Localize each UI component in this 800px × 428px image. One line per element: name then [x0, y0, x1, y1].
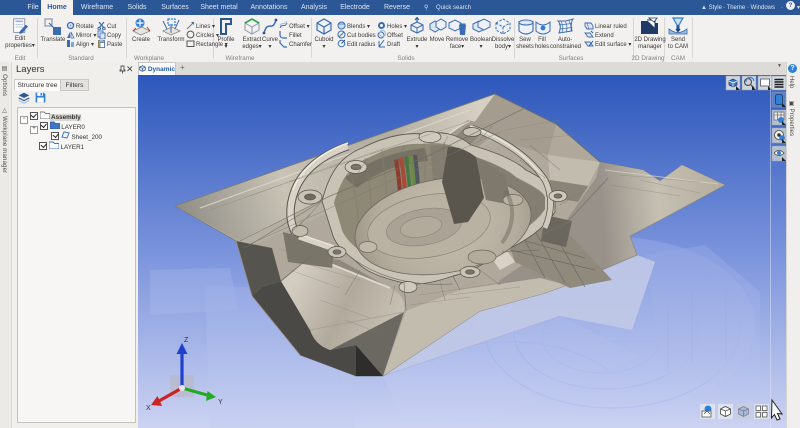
svg-text:Y: Y	[218, 399, 223, 406]
svg-text:Z: Z	[184, 337, 189, 344]
svg-text:X: X	[146, 405, 151, 412]
